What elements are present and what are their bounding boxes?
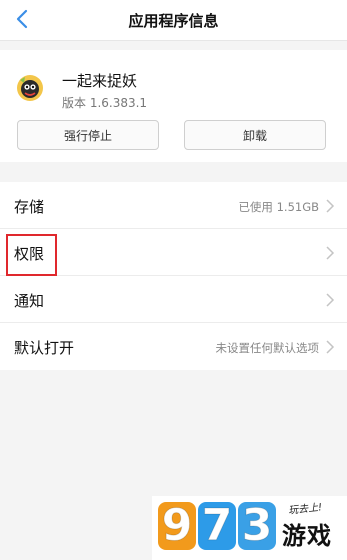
storage-value: 已使用 1.51GB <box>238 200 319 214</box>
watermark-digit: 9 <box>158 501 196 550</box>
default-open-value: 未设置任何默认选项 <box>215 341 320 355</box>
list-item-notifications[interactable]: 通知 <box>0 276 347 323</box>
watermark-digit: 7 <box>198 501 236 550</box>
list-item-storage[interactable]: 存储 已使用 1.51GB <box>0 182 347 229</box>
storage-label: 存储 <box>14 198 45 216</box>
watermark-slogan: 玩去上! <box>287 502 323 517</box>
notifications-label: 通知 <box>14 292 45 310</box>
chevron-right-icon <box>326 246 335 260</box>
watermark-logo: 9 7 3 玩去上! 游戏 <box>152 496 347 560</box>
uninstall-button[interactable]: 卸载 <box>184 120 326 150</box>
watermark-digit: 3 <box>238 501 276 550</box>
app-name: 一起来捉妖 <box>62 72 138 90</box>
app-header: 应用程序信息 <box>0 0 347 41</box>
chevron-right-icon <box>326 293 335 307</box>
chevron-right-icon <box>326 199 335 213</box>
app-version: 版本 1.6.383.1 <box>62 96 148 110</box>
settings-list: 存储 已使用 1.51GB 权限 通知 默认打开 未设置任何默认选项 <box>0 182 347 370</box>
app-icon <box>16 74 44 102</box>
watermark-text: 游戏 <box>282 522 332 550</box>
list-item-default-open[interactable]: 默认打开 未设置任何默认选项 <box>0 323 347 370</box>
highlight-box <box>6 234 57 276</box>
chevron-right-icon <box>326 340 335 354</box>
app-info-card: 一起来捉妖 版本 1.6.383.1 强行停止 卸载 <box>0 50 347 162</box>
default-open-label: 默认打开 <box>14 339 75 357</box>
force-stop-button[interactable]: 强行停止 <box>17 120 159 150</box>
page-title: 应用程序信息 <box>128 12 219 30</box>
